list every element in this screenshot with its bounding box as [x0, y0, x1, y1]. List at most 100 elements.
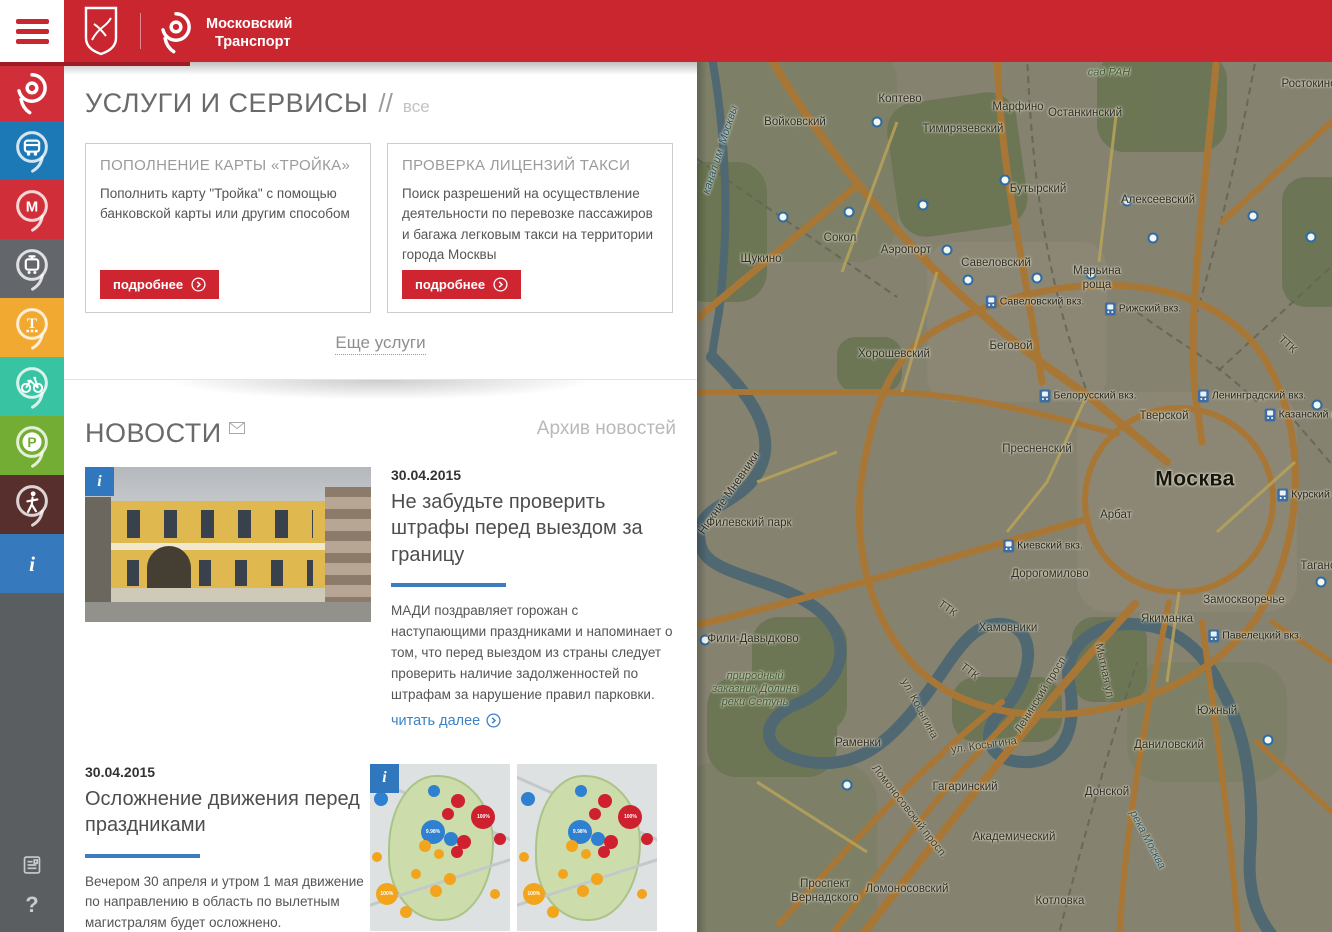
map-label: Пресненский: [1002, 443, 1072, 457]
card-title: ПОПОЛНЕНИЕ КАРТЫ «ТРОЙКА»: [100, 157, 356, 174]
photo-detail: [85, 602, 371, 622]
metro-station-dot: [1306, 232, 1317, 243]
brand-line2: Транспорт: [215, 33, 292, 51]
details-button[interactable]: подробнее: [402, 270, 521, 299]
services-section: УСЛУГИ И СЕРВИСЫ // все ПОПОЛНЕНИЕ КАРТЫ…: [64, 62, 697, 353]
map-label: Савеловский: [961, 257, 1031, 271]
map-label: Таганский: [1300, 560, 1332, 574]
moscow-transport-logo-icon[interactable]: [153, 8, 199, 59]
railway-station-icon: [1265, 409, 1276, 422]
service-card-troika[interactable]: ПОПОЛНЕНИЕ КАРТЫ «ТРОЙКА» Пополнить карт…: [85, 143, 371, 313]
map-station-label: Савеловский вкз.: [986, 296, 1085, 309]
card-title: ПРОВЕРКА ЛИЦЕНЗИЙ ТАКСИ: [402, 157, 658, 174]
document-icon: [21, 854, 43, 876]
sidebar-item-ground-transport[interactable]: [0, 121, 64, 180]
railway-station-icon: [986, 296, 997, 309]
traffic-circle: [419, 840, 431, 852]
more-services-link[interactable]: Еще услуги: [335, 333, 425, 355]
map-station-label: Павелецкий вкз.: [1208, 630, 1302, 643]
traffic-circle: [566, 840, 578, 852]
map-station-label: Ленинградский вкз.: [1198, 390, 1306, 403]
traffic-circle: [428, 785, 440, 797]
traffic-circle: [490, 889, 500, 899]
map-station-label: Курский вкз.: [1277, 489, 1332, 502]
arrow-circle-icon: [191, 277, 206, 292]
svg-text:Т: Т: [27, 316, 37, 332]
service-card-taxi-license[interactable]: ПРОВЕРКА ЛИЦЕНЗИЙ ТАКСИ Поиск разрешений…: [387, 143, 673, 313]
news-archive-link[interactable]: Архив новостей: [537, 418, 676, 440]
news-image-traffic-maps[interactable]: 100%9.98%100% 100%9.98%100% i: [370, 764, 657, 931]
sidebar-item-bike[interactable]: [0, 357, 64, 416]
map-station-label: Белорусский вкз.: [1039, 390, 1136, 403]
sidebar-help-button[interactable]: ?: [25, 892, 38, 918]
sidebar-news-feed-button[interactable]: [21, 854, 43, 876]
metro-station-dot: [844, 207, 855, 218]
photo-detail: [325, 487, 371, 602]
news-item: 30.04.2015 Осложнение движения перед пра…: [85, 764, 676, 932]
metro-station-dot: [1148, 233, 1159, 244]
map-label: Москва: [1155, 466, 1235, 491]
map-label: природный заказник Долина реки Сетунь: [703, 670, 807, 710]
map-label: Останкинский: [1048, 107, 1122, 121]
railway-station-icon: [1105, 303, 1116, 316]
railway-station-icon: [1198, 390, 1209, 403]
map-label: Фили-Давыдково: [707, 633, 798, 647]
city-map[interactable]: КоптевоВойковскийТимирязевскийМарфиноОст…: [697, 62, 1332, 932]
sidebar-item-taxi[interactable]: Т: [0, 298, 64, 357]
map-label: Ростокино: [1281, 78, 1332, 92]
moscow-transport-portal: Московский Транспорт М Т Рi ? УСЛУГИ И СЕР…: [0, 0, 1332, 932]
details-button[interactable]: подробнее: [100, 270, 219, 299]
mail-subscribe-icon[interactable]: [229, 421, 245, 439]
traffic-circle: [591, 873, 603, 885]
news-item-title[interactable]: Не забудьте проверить штрафы перед выезд…: [391, 489, 676, 568]
map-label: Ломоносовский: [866, 883, 949, 897]
traffic-circle: [400, 906, 412, 918]
sidebar-item-commuter-rail[interactable]: [0, 239, 64, 298]
read-more-link[interactable]: читать далее: [391, 713, 501, 729]
sidebar-item-metro[interactable]: М: [0, 180, 64, 239]
traffic-circle: [451, 846, 463, 858]
map-station-label: Киевский вкз.: [1003, 540, 1083, 553]
news-date: 30.04.2015: [85, 764, 370, 780]
services-title-separator: //: [378, 88, 392, 119]
traffic-circle: [372, 852, 382, 862]
sidebar-item-pedestrian[interactable]: [0, 475, 64, 534]
news-body: Вечером 30 апреля и утром 1 мая движение…: [85, 872, 370, 932]
news-section: НОВОСТИ Архив новостей i 30.04.20: [64, 418, 697, 932]
arrow-circle-icon: [486, 713, 501, 728]
news-image-building[interactable]: i: [85, 467, 371, 622]
map-label: Раменки: [835, 737, 881, 751]
traffic-circle: [575, 785, 587, 797]
traffic-circle: [547, 906, 559, 918]
sidebar-item-parking[interactable]: Р: [0, 416, 64, 475]
menu-button[interactable]: [0, 0, 64, 62]
map-label: Щукино: [741, 253, 782, 267]
railway-station-icon: [1003, 540, 1014, 553]
metro-station-dot: [963, 275, 974, 286]
info-badge: i: [370, 764, 399, 793]
news-item-title[interactable]: Осложнение движения перед праздниками: [85, 786, 370, 839]
news-body: МАДИ поздравляет горожан с наступающими …: [391, 601, 676, 706]
traffic-circle: [577, 885, 589, 897]
traffic-circle: [641, 833, 653, 845]
brand-name[interactable]: Московский Транспорт: [206, 15, 292, 51]
map-label: Котловка: [1036, 895, 1085, 909]
sidebar-item-info[interactable]: i: [0, 534, 64, 593]
metro-station-dot: [872, 117, 883, 128]
traffic-circle: [581, 849, 591, 859]
metro-station-dot: [1032, 273, 1043, 284]
map-station-label: Казанский вкз.: [1265, 409, 1332, 422]
services-all-link[interactable]: все: [403, 97, 430, 117]
metro-station-dot: [942, 245, 953, 256]
metro-station-dot: [1316, 577, 1327, 588]
arrow-circle-icon: [493, 277, 508, 292]
section-divider: [64, 379, 697, 410]
traffic-circle: 100%: [523, 883, 545, 905]
metro-station-dot: [1263, 735, 1274, 746]
traffic-circle: [589, 808, 601, 820]
traffic-circle: [598, 794, 612, 808]
title-rule: [85, 854, 200, 858]
map-label: Сокол: [824, 232, 857, 246]
map-label: Гагаринский: [932, 781, 997, 795]
sidebar-item-transport-home[interactable]: [0, 62, 64, 121]
